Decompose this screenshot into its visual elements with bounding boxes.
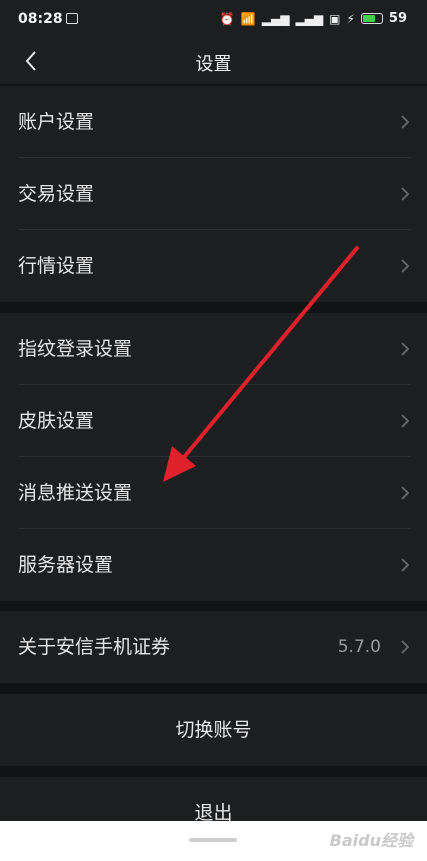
chevron-right-icon (401, 342, 410, 356)
settings-item-label: 指纹登录设置 (18, 338, 133, 360)
battery-icon (360, 13, 383, 24)
settings-item-market[interactable]: 行情设置 (0, 230, 427, 302)
settings-item-trade[interactable]: 交易设置 (0, 158, 427, 230)
status-time: 08:28 (18, 11, 63, 27)
settings-item-label: 行情设置 (18, 255, 95, 277)
settings-item-push[interactable]: 消息推送设置 (0, 457, 427, 529)
settings-item-label: 关于安信手机证券 (18, 636, 171, 658)
settings-group-3: 关于安信手机证券 5.7.0 (0, 611, 427, 683)
settings-item-server[interactable]: 服务器设置 (0, 529, 427, 601)
top-bar: 设置 (0, 40, 427, 84)
settings-item-label: 消息推送设置 (18, 482, 133, 504)
settings-item-label: 交易设置 (18, 183, 95, 205)
home-indicator[interactable] (189, 838, 237, 842)
charging-icon: ⚡ (346, 11, 355, 26)
page-title: 设置 (195, 54, 232, 75)
hd-icon: ▣ (329, 11, 341, 26)
watermark: Baidu经验 (329, 831, 413, 850)
status-bar: 08:28 ⏰ 📶 ▂▄▆ ▂▄▆ ▣ ⚡ 59 (0, 0, 427, 40)
settings-item-skin[interactable]: 皮肤设置 (0, 385, 427, 457)
battery-level: 59 (388, 11, 407, 26)
chevron-right-icon (401, 486, 410, 500)
chevron-right-icon (401, 414, 410, 428)
switch-account-button[interactable]: 切换账号 (0, 694, 427, 766)
chevron-right-icon (401, 640, 410, 654)
signal-icon: ▂▄▆ (261, 11, 290, 26)
chevron-right-icon (401, 558, 410, 572)
chevron-right-icon (401, 259, 410, 273)
settings-item-label: 皮肤设置 (18, 410, 95, 432)
settings-item-about[interactable]: 关于安信手机证券 5.7.0 (0, 611, 427, 683)
settings-group-2: 指纹登录设置 皮肤设置 消息推送设置 服务器设置 (0, 313, 427, 601)
version-text: 5.7.0 (337, 637, 381, 657)
settings-item-label: 账户设置 (18, 111, 95, 133)
bottom-bar: Baidu经验 (0, 821, 427, 861)
notification-icon (66, 13, 78, 24)
chevron-right-icon (401, 187, 410, 201)
settings-item-account[interactable]: 账户设置 (0, 86, 427, 158)
alarm-icon: ⏰ (219, 11, 235, 26)
chevron-right-icon (401, 115, 410, 129)
signal-icon-2: ▂▄▆ (295, 11, 324, 26)
settings-group-1: 账户设置 交易设置 行情设置 (0, 86, 427, 302)
status-icons: ⏰ 📶 ▂▄▆ ▂▄▆ ▣ ⚡ 59 (220, 11, 407, 26)
settings-item-label: 服务器设置 (18, 554, 114, 576)
wifi-icon: 📶 (240, 11, 256, 26)
settings-item-fingerprint[interactable]: 指纹登录设置 (0, 313, 427, 385)
